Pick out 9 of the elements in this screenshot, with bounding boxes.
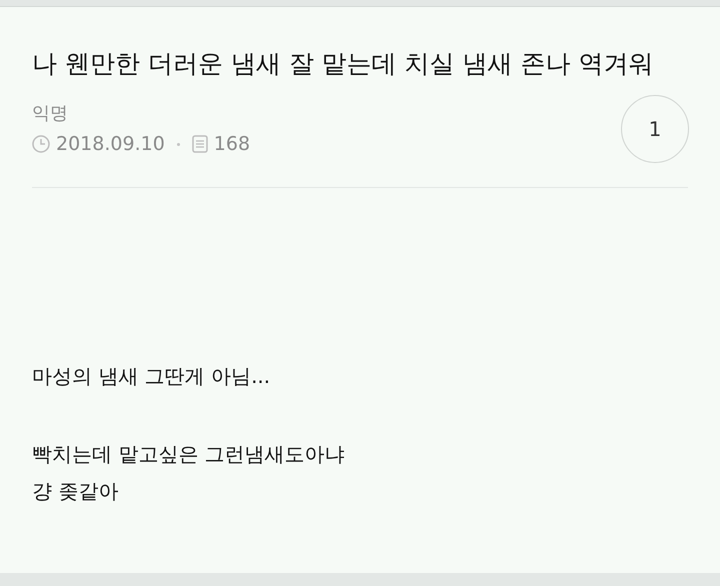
post-title: 나 웬만한 더러운 냄새 잘 맡는데 치실 냄새 존나 역겨워 (32, 48, 655, 80)
post-date: 2018.09.10 (56, 132, 165, 157)
body-paragraph: 마성의 냄새 그딴게 아님... (32, 363, 272, 390)
clock-icon (32, 135, 50, 153)
document-icon (192, 135, 208, 153)
comment-count-button[interactable]: 1 (621, 95, 689, 163)
body-paragraph: 빡치는데 맡고싶은 그런냄새도아냐 걍 좆같아 (32, 441, 346, 505)
author-name: 익명 (32, 102, 69, 126)
view-count: 168 (214, 132, 250, 157)
